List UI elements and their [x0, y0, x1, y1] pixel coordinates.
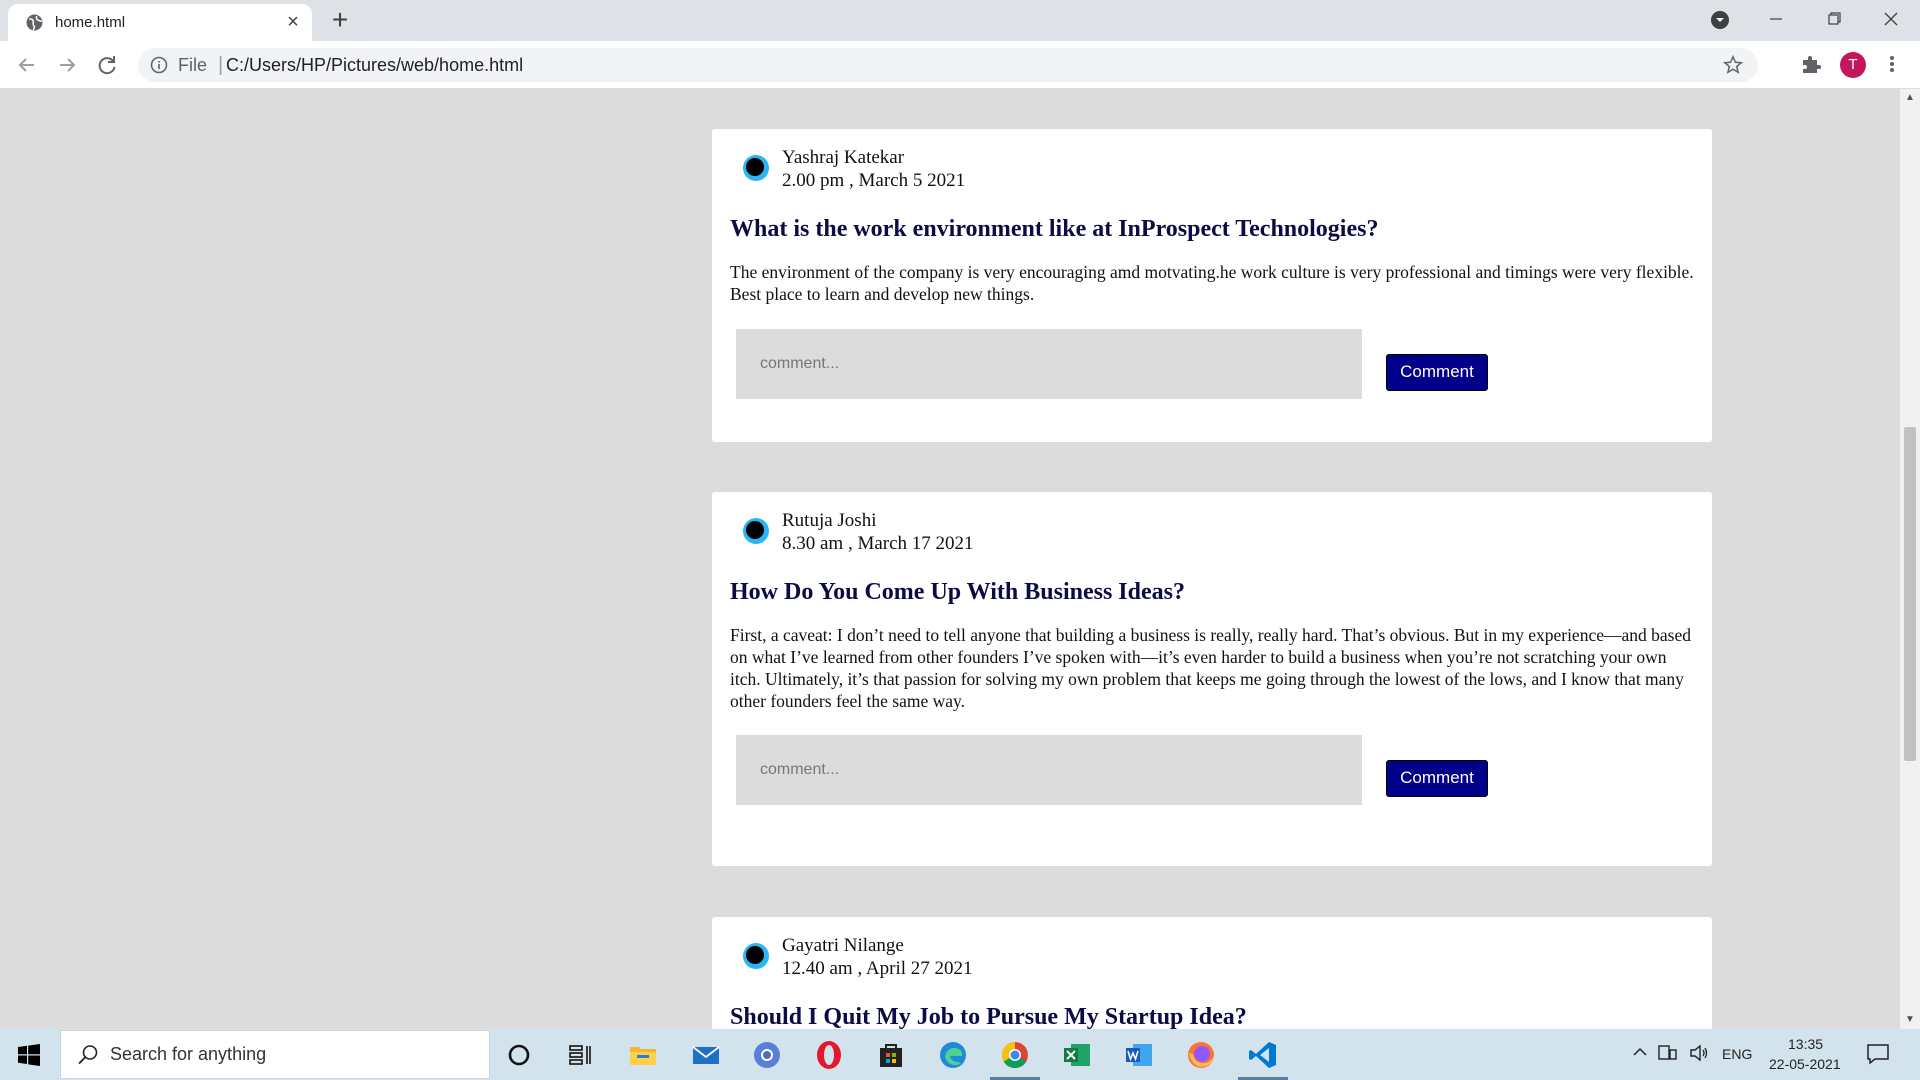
- file-scheme-label: File: [178, 55, 208, 75]
- chrome-icon[interactable]: [999, 1039, 1031, 1071]
- url-separator: |: [218, 54, 224, 76]
- vertical-scrollbar[interactable]: ▲ ▼: [1900, 89, 1920, 1029]
- language-indicator[interactable]: ENG: [1722, 1046, 1752, 1062]
- search-placeholder: Search for anything: [110, 1044, 267, 1064]
- close-tab-icon[interactable]: ×: [282, 11, 304, 33]
- clock-date[interactable]: 22-05-2021: [1769, 1056, 1841, 1072]
- page-viewport: Yashraj Katekar 2.00 pm , March 5 2021 W…: [0, 89, 1920, 1029]
- browser-toolbar: File | C:/Users/HP/Pictures/web/home.htm…: [0, 41, 1920, 89]
- post-timestamp: 8.30 am , March 17 2021: [782, 533, 974, 554]
- info-icon[interactable]: [150, 56, 168, 74]
- user-avatar-icon: [743, 155, 769, 181]
- restore-icon[interactable]: [1814, 4, 1854, 34]
- file-explorer-icon[interactable]: [627, 1039, 659, 1071]
- post-body: First, a caveat: I don’t need to tell an…: [730, 625, 1691, 711]
- back-arrow-icon[interactable]: [13, 51, 41, 79]
- tab-home[interactable]: home.html ×: [8, 4, 312, 41]
- post-card: Yashraj Katekar 2.00 pm , March 5 2021 W…: [712, 129, 1712, 442]
- clock-time[interactable]: 13:35: [1788, 1036, 1823, 1052]
- post-author: Yashraj Katekar: [782, 147, 905, 168]
- post-author: Rutuja Joshi: [782, 510, 877, 531]
- chevron-up-icon[interactable]: [1631, 1043, 1649, 1061]
- tab-search-icon[interactable]: [1710, 10, 1730, 30]
- post-timestamp: 12.40 am , April 27 2021: [782, 958, 973, 979]
- volume-icon[interactable]: [1688, 1043, 1710, 1063]
- scroll-up-arrow-icon[interactable]: ▲: [1905, 93, 1915, 103]
- tab-strip: home.html × +: [0, 0, 1920, 41]
- profile-avatar[interactable]: T: [1840, 52, 1866, 78]
- extensions-puzzle-icon[interactable]: [1799, 52, 1823, 76]
- task-view-icon[interactable]: [564, 1039, 596, 1071]
- comment-button[interactable]: Comment: [1386, 760, 1488, 797]
- post-title: How Do You Come Up With Business Ideas?: [730, 579, 1185, 605]
- firefox-icon[interactable]: [1185, 1039, 1217, 1071]
- post-title: Should I Quit My Job to Pursue My Startu…: [730, 1004, 1247, 1029]
- user-avatar-icon: [743, 518, 769, 544]
- word-icon[interactable]: [1123, 1039, 1155, 1071]
- edge-icon[interactable]: [937, 1039, 969, 1071]
- post-timestamp: 2.00 pm , March 5 2021: [782, 170, 966, 191]
- excel-icon[interactable]: [1061, 1039, 1093, 1071]
- windows-taskbar: Search for anything ENG 13:35 22-05-2021: [0, 1029, 1920, 1080]
- close-window-icon[interactable]: [1871, 4, 1911, 34]
- address-bar[interactable]: File | C:/Users/HP/Pictures/web/home.htm…: [138, 48, 1758, 82]
- url-text[interactable]: C:/Users/HP/Pictures/web/home.html: [226, 55, 523, 76]
- post-author: Gayatri Nilange: [782, 935, 904, 956]
- notification-center-icon[interactable]: [1866, 1042, 1890, 1066]
- post-title: What is the work environment like at InP…: [730, 216, 1379, 242]
- scroll-down-arrow-icon[interactable]: ▼: [1905, 1015, 1915, 1025]
- bookmark-star-icon[interactable]: [1722, 54, 1744, 76]
- new-tab-button[interactable]: +: [326, 5, 354, 35]
- opera-icon[interactable]: [813, 1039, 845, 1071]
- search-icon: [78, 1045, 98, 1065]
- post-body: The environment of the company is very e…: [730, 262, 1694, 304]
- user-avatar-icon: [743, 943, 769, 969]
- tab-title: home.html: [55, 14, 126, 31]
- post-card: Gayatri Nilange 12.40 am , April 27 2021…: [712, 917, 1712, 1029]
- comment-input[interactable]: [736, 329, 1362, 399]
- reload-icon[interactable]: [93, 51, 121, 79]
- chromium-app-icon[interactable]: [751, 1039, 783, 1071]
- post-card: Rutuja Joshi 8.30 am , March 17 2021 How…: [712, 492, 1712, 866]
- forward-arrow-icon[interactable]: [53, 51, 81, 79]
- comment-input[interactable]: [736, 735, 1362, 805]
- store-bag-icon[interactable]: [875, 1039, 907, 1071]
- windows-start-icon[interactable]: [18, 1044, 40, 1066]
- globe-icon: [26, 14, 43, 31]
- mail-icon[interactable]: [690, 1039, 722, 1071]
- device-icon[interactable]: [1656, 1043, 1678, 1063]
- minimize-icon[interactable]: [1756, 4, 1796, 34]
- vscode-icon[interactable]: [1247, 1039, 1279, 1071]
- scrollbar-thumb[interactable]: [1904, 427, 1916, 761]
- comment-button[interactable]: Comment: [1386, 354, 1488, 391]
- cortana-icon[interactable]: [503, 1039, 535, 1071]
- taskbar-search-box[interactable]: Search for anything: [60, 1030, 490, 1079]
- more-menu-icon[interactable]: [1884, 52, 1900, 76]
